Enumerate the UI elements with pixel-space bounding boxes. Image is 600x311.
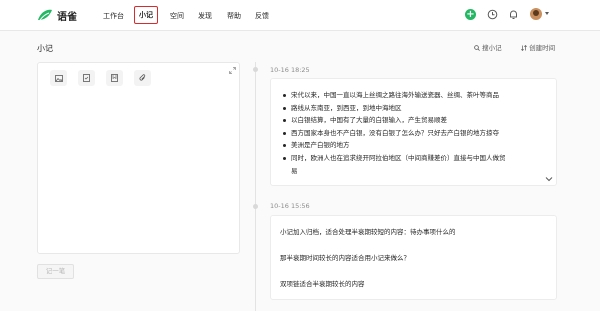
search-icon <box>474 44 480 51</box>
note-timestamp: 10-16 15:56 <box>270 202 310 210</box>
list-item: 宋代以来，中国一直以海上丝绸之路往海外输送瓷器、丝绸、茶叶等商品 <box>282 89 547 102</box>
note-timestamp: 10-16 18:25 <box>270 66 310 74</box>
create-plus-icon[interactable]: + <box>465 9 476 20</box>
timeline-line <box>255 62 256 311</box>
nav-workbench[interactable]: 工作台 <box>103 11 124 21</box>
list-item: 美洲是产白银的地方 <box>282 139 547 152</box>
insert-image-button[interactable] <box>50 70 67 86</box>
list-item: 路线从东南亚，到西亚，到地中海地区 <box>282 102 547 115</box>
search-notes-label: 搜小记 <box>482 44 502 52</box>
submit-note-button[interactable]: 记一笔 <box>37 264 74 279</box>
bookmark-icon <box>111 74 118 82</box>
bell-icon[interactable] <box>508 9 519 20</box>
list-item: 同时，欧洲人也在追求绕开阿拉伯地区（中间商赚差价）直接与中国人做贸 <box>282 152 547 165</box>
note-bullet-list: 宋代以来，中国一直以海上丝绸之路往海外输送瓷器、丝绸、茶叶等商品 路线从东南亚，… <box>282 89 547 177</box>
note-card[interactable]: 小记加入归档，适合处理半衰期较短的内容：待办事项什么的 那半衰期时间较长的内容适… <box>270 215 557 300</box>
nav-discover[interactable]: 发现 <box>198 11 212 21</box>
top-navigation-bar: 语雀 工作台 小记 空间 发现 帮助 反馈 + <box>0 0 600 31</box>
yuque-logo-icon[interactable] <box>37 8 53 22</box>
brand-name[interactable]: 语雀 <box>57 8 77 23</box>
list-item-continuation: 易 <box>291 166 298 175</box>
insert-file-button[interactable] <box>78 70 95 86</box>
note-card[interactable]: 宋代以来，中国一直以海上丝绸之路往海外输送瓷器、丝绸、茶叶等商品 路线从东南亚，… <box>270 78 557 186</box>
image-icon <box>54 74 63 82</box>
list-item: 以白银结算，中国有了大量的白银输入，产生贸易顺差 <box>282 114 547 127</box>
insert-attachment-button[interactable] <box>134 70 151 86</box>
timeline-dot <box>253 67 258 72</box>
nav-feedback[interactable]: 反馈 <box>255 11 269 21</box>
expand-icon[interactable] <box>229 67 236 74</box>
note-paragraph: 双项链适合半衰期较长的内容 <box>280 280 365 288</box>
search-notes-button[interactable]: 搜小记 <box>474 42 502 52</box>
sort-icon <box>521 44 527 51</box>
expand-chevron-icon[interactable] <box>545 176 553 182</box>
user-avatar[interactable] <box>530 8 542 20</box>
sort-by-created-button[interactable]: 创建时间 <box>521 42 555 52</box>
list-item: 西方国家本身也不产白银，没有白银了怎么办？只好去产白银的地方掠夺 <box>282 127 547 140</box>
attachment-icon <box>139 74 146 81</box>
note-editor[interactable] <box>37 62 240 254</box>
nav-spaces[interactable]: 空间 <box>170 11 184 21</box>
note-paragraph: 那半衰期时间较长的内容适合用小记来做么？ <box>280 254 410 262</box>
note-paragraph: 小记加入归档，适合处理半衰期较短的内容：待办事项什么的 <box>280 228 456 236</box>
nav-help[interactable]: 帮助 <box>227 11 241 21</box>
timeline-dot <box>253 204 258 209</box>
file-icon <box>83 74 90 82</box>
nav-notes[interactable]: 小记 <box>134 6 158 24</box>
sort-label: 创建时间 <box>529 44 556 52</box>
clock-icon[interactable] <box>487 9 498 20</box>
insert-bookmark-button[interactable] <box>106 70 123 86</box>
page-title: 小记 <box>37 44 53 53</box>
chevron-down-icon[interactable] <box>545 12 549 15</box>
